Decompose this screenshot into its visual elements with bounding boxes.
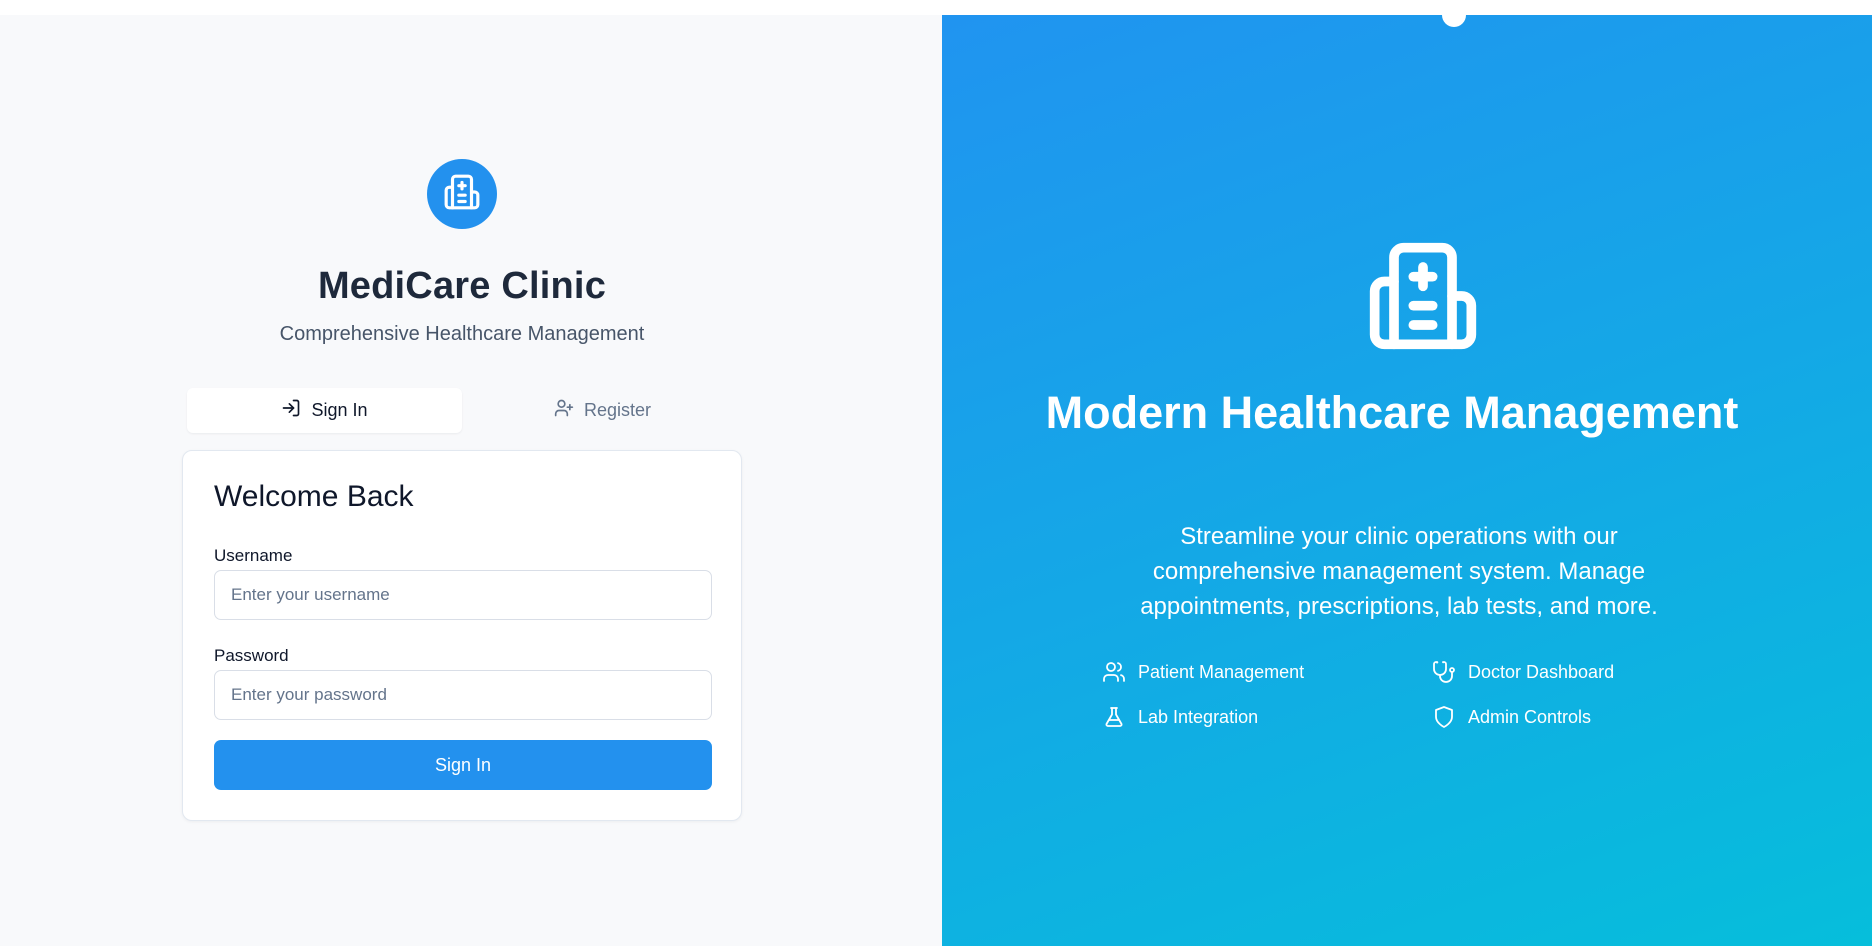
feature-doctor-dashboard: Doctor Dashboard	[1432, 660, 1614, 684]
app-title: MediCare Clinic	[317, 265, 607, 307]
user-plus-icon	[554, 398, 574, 423]
brand-logo	[427, 159, 497, 229]
password-input[interactable]	[214, 670, 712, 720]
flask-icon	[1102, 705, 1126, 729]
feature-label: Patient Management	[1138, 661, 1305, 682]
feature-label: Doctor Dashboard	[1468, 661, 1615, 682]
login-page: MediCare Clinic Comprehensive Healthcare…	[0, 0, 1872, 946]
users-icon	[1102, 660, 1126, 684]
stethoscope-icon	[1432, 660, 1456, 684]
tab-register[interactable]: Register	[465, 388, 740, 433]
feature-lab-integration: Lab Integration	[1102, 705, 1258, 729]
top-strip	[0, 0, 1872, 15]
auth-tabs: Sign In Register	[183, 388, 743, 436]
auth-panel: MediCare Clinic Comprehensive Healthcare…	[0, 15, 942, 946]
sign-in-card: Welcome Back Username Password Sign In	[182, 450, 742, 821]
tab-sign-in-label: Sign In	[311, 400, 368, 420]
hospital-icon	[443, 173, 481, 216]
password-label: Password	[214, 646, 289, 665]
feature-label: Lab Integration	[1138, 706, 1259, 727]
hero-description: Streamline your clinic operations with o…	[1140, 523, 1658, 620]
tab-register-label: Register	[583, 400, 652, 420]
app-subtitle: Comprehensive Healthcare Management	[279, 323, 645, 345]
sign-in-button[interactable]: Sign In	[214, 740, 712, 790]
form-title: Welcome Back	[214, 480, 414, 513]
feature-label: Admin Controls	[1468, 706, 1592, 727]
hero-title: Modern Healthcare Management	[1045, 387, 1739, 438]
username-label: Username	[214, 546, 293, 565]
feature-patient-management: Patient Management	[1102, 660, 1304, 684]
tab-sign-in[interactable]: Sign In	[187, 388, 462, 433]
hero-panel: Modern Healthcare Management Streamline …	[942, 11, 1872, 946]
shield-icon	[1432, 705, 1456, 729]
panel-notch	[1442, 11, 1466, 27]
username-input[interactable]	[214, 570, 712, 620]
feature-admin-controls: Admin Controls	[1432, 705, 1591, 729]
hero-hospital-icon	[1365, 238, 1481, 359]
sign-in-icon	[281, 398, 301, 423]
